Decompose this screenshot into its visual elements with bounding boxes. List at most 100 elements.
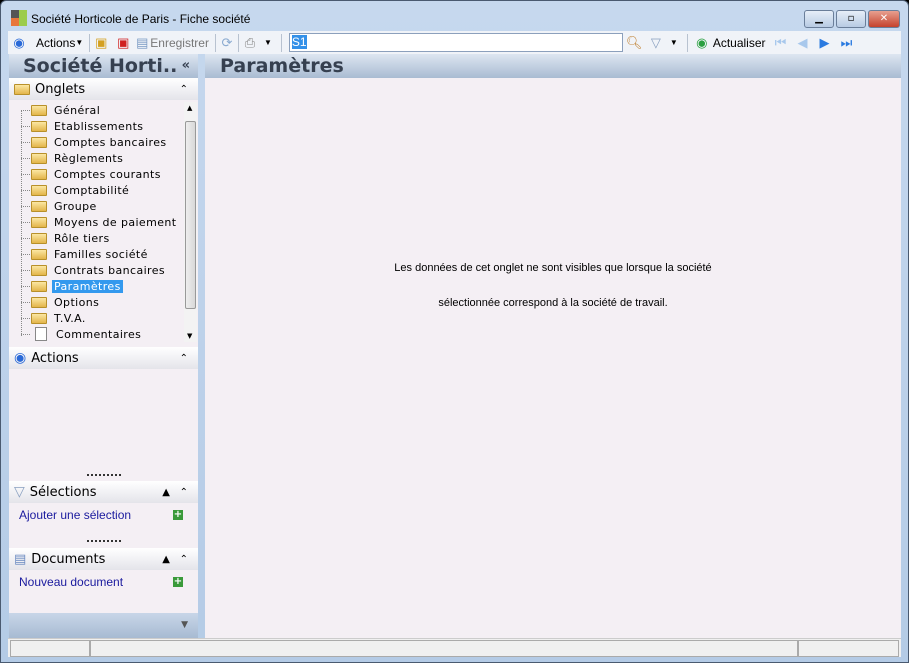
tab-item[interactable]: Règlements	[31, 150, 125, 166]
tab-item-label: Général	[54, 103, 101, 117]
last-record-icon[interactable]: ⏭	[839, 35, 855, 51]
save-label: Enregistrer	[150, 35, 209, 50]
filter-dropdown-icon[interactable]: ▼	[670, 38, 678, 47]
collapse-section-icon[interactable]: ⌃	[180, 554, 188, 565]
tab-item[interactable]: Général	[31, 102, 102, 118]
tab-item-label: Comptabilité	[54, 183, 130, 197]
new-icon[interactable]: ▣	[93, 35, 109, 51]
separator	[237, 33, 239, 52]
tab-item[interactable]: T.V.A.	[31, 310, 88, 326]
tab-item[interactable]: Familles société	[31, 246, 150, 262]
folder-icon	[31, 296, 47, 308]
tree-line	[21, 110, 30, 111]
tree-line	[21, 174, 30, 175]
tab-item-label: Contrats bancaires	[54, 263, 166, 277]
folder-icon	[31, 232, 47, 244]
tab-item[interactable]: Options	[31, 294, 101, 310]
tab-item-label: Groupe	[54, 199, 97, 213]
add-selection-link[interactable]: Ajouter une sélection	[19, 508, 131, 522]
document-icon	[35, 327, 47, 341]
add-icon[interactable]: +	[173, 577, 183, 587]
print-icon[interactable]: ⎙	[242, 35, 258, 51]
next-record-icon[interactable]: ▶	[817, 35, 833, 51]
tab-item[interactable]: Commentaires	[31, 326, 143, 342]
tab-item[interactable]: Comptes courants	[31, 166, 163, 182]
tree-line	[21, 142, 30, 143]
minimize-button[interactable]: ▁	[804, 10, 834, 28]
scrollbar-thumb[interactable]	[185, 121, 196, 309]
collapse-section-icon[interactable]: ⌃	[180, 84, 188, 95]
separator	[89, 33, 91, 52]
tab-item[interactable]: Rôle tiers	[31, 230, 112, 246]
print-dropdown-icon[interactable]: ▼	[264, 38, 272, 47]
add-icon[interactable]: +	[173, 510, 183, 520]
tabs-section-header[interactable]: Onglets ⌃	[9, 78, 198, 100]
tab-item-label: Familles société	[54, 247, 148, 261]
chevron-down-icon[interactable]: ▼	[181, 620, 188, 630]
tab-item[interactable]: Contrats bancaires	[31, 262, 167, 278]
tree-line	[21, 158, 30, 159]
tab-item-label: Etablissements	[54, 119, 144, 133]
panel-footer[interactable]: ▼	[9, 613, 198, 638]
tab-item[interactable]: Paramètres	[31, 278, 123, 294]
title-bar: Société Horticole de Paris - Fiche socié…	[1, 1, 908, 31]
previous-record-icon[interactable]: ◀	[795, 35, 811, 51]
tab-item-label: Comptes courants	[54, 167, 161, 181]
app-icon	[11, 10, 27, 26]
minimize-section-icon[interactable]: ▲	[162, 554, 170, 565]
folder-icon	[31, 152, 47, 164]
close-button[interactable]: ✕	[868, 10, 900, 28]
info-message-line2: sélectionnée correspond à la société de …	[438, 297, 668, 309]
tree-line	[21, 318, 30, 319]
selections-section-label: Sélections	[29, 484, 97, 500]
folder-icon	[31, 120, 47, 132]
status-cell	[90, 640, 798, 657]
refresh-button[interactable]: ◉ Actualiser	[694, 33, 765, 53]
documents-section-label: Documents	[31, 551, 106, 567]
splitter[interactable]	[87, 474, 121, 476]
splitter[interactable]	[87, 540, 121, 542]
folder-icon	[31, 216, 47, 228]
collapse-section-icon[interactable]: ⌃	[180, 487, 188, 498]
minimize-section-icon[interactable]: ▲	[162, 487, 170, 498]
tab-item[interactable]: Comptes bancaires	[31, 134, 169, 150]
actions-menu-button[interactable]: Actions ▼	[30, 33, 83, 53]
actions-section-header[interactable]: ◉ Actions ⌃	[9, 347, 198, 369]
sync-icon[interactable]: ⟳	[219, 35, 235, 51]
selections-section-header[interactable]: ▽ Sélections ▲ ⌃	[9, 481, 198, 503]
main-header: Paramètres	[205, 54, 901, 78]
tab-item[interactable]: Groupe	[31, 198, 99, 214]
search-icon[interactable]: 🔍︎	[626, 35, 643, 51]
tree-line	[21, 206, 30, 207]
delete-icon[interactable]: ▣	[115, 35, 131, 51]
tree-line	[21, 222, 30, 223]
collapse-section-icon[interactable]: ⌃	[180, 353, 188, 364]
separator	[686, 33, 688, 52]
new-document-link[interactable]: Nouveau document	[19, 575, 123, 589]
folder-icon	[14, 83, 30, 95]
save-button[interactable]: ▤ Enregistrer	[134, 33, 209, 53]
status-cell	[10, 640, 90, 657]
first-record-icon[interactable]: ⏮	[773, 35, 789, 51]
search-input[interactable]: S1	[288, 33, 623, 52]
tab-item[interactable]: Etablissements	[31, 118, 145, 134]
maximize-button[interactable]: ▫	[836, 10, 866, 28]
status-bar	[8, 638, 901, 657]
refresh-icon: ◉	[696, 34, 708, 50]
filter-icon[interactable]: ▽	[648, 35, 664, 51]
tab-item[interactable]: Moyens de paiement	[31, 214, 178, 230]
collapse-panel-icon[interactable]: «	[182, 54, 190, 78]
tab-item[interactable]: Comptabilité	[31, 182, 131, 198]
main-panel: Paramètres Les données de cet onglet ne …	[205, 54, 901, 638]
tab-item-label: Moyens de paiement	[54, 215, 177, 229]
documents-section-header[interactable]: ▤ Documents ▲ ⌃	[9, 548, 198, 570]
status-cell	[798, 640, 899, 657]
folder-icon	[31, 136, 47, 148]
folder-icon	[31, 104, 47, 116]
info-message-line1: Les données de cet onglet ne sont visibl…	[394, 262, 712, 274]
tab-item-label: Comptes bancaires	[54, 135, 167, 149]
tree-line	[21, 190, 30, 191]
tree-scrollbar[interactable]: ▲ ▼	[184, 102, 197, 342]
tree-line	[21, 238, 30, 239]
left-panel: Société Horti.. « Onglets ⌃ ▲ ▼ Général Etab…	[9, 54, 198, 638]
